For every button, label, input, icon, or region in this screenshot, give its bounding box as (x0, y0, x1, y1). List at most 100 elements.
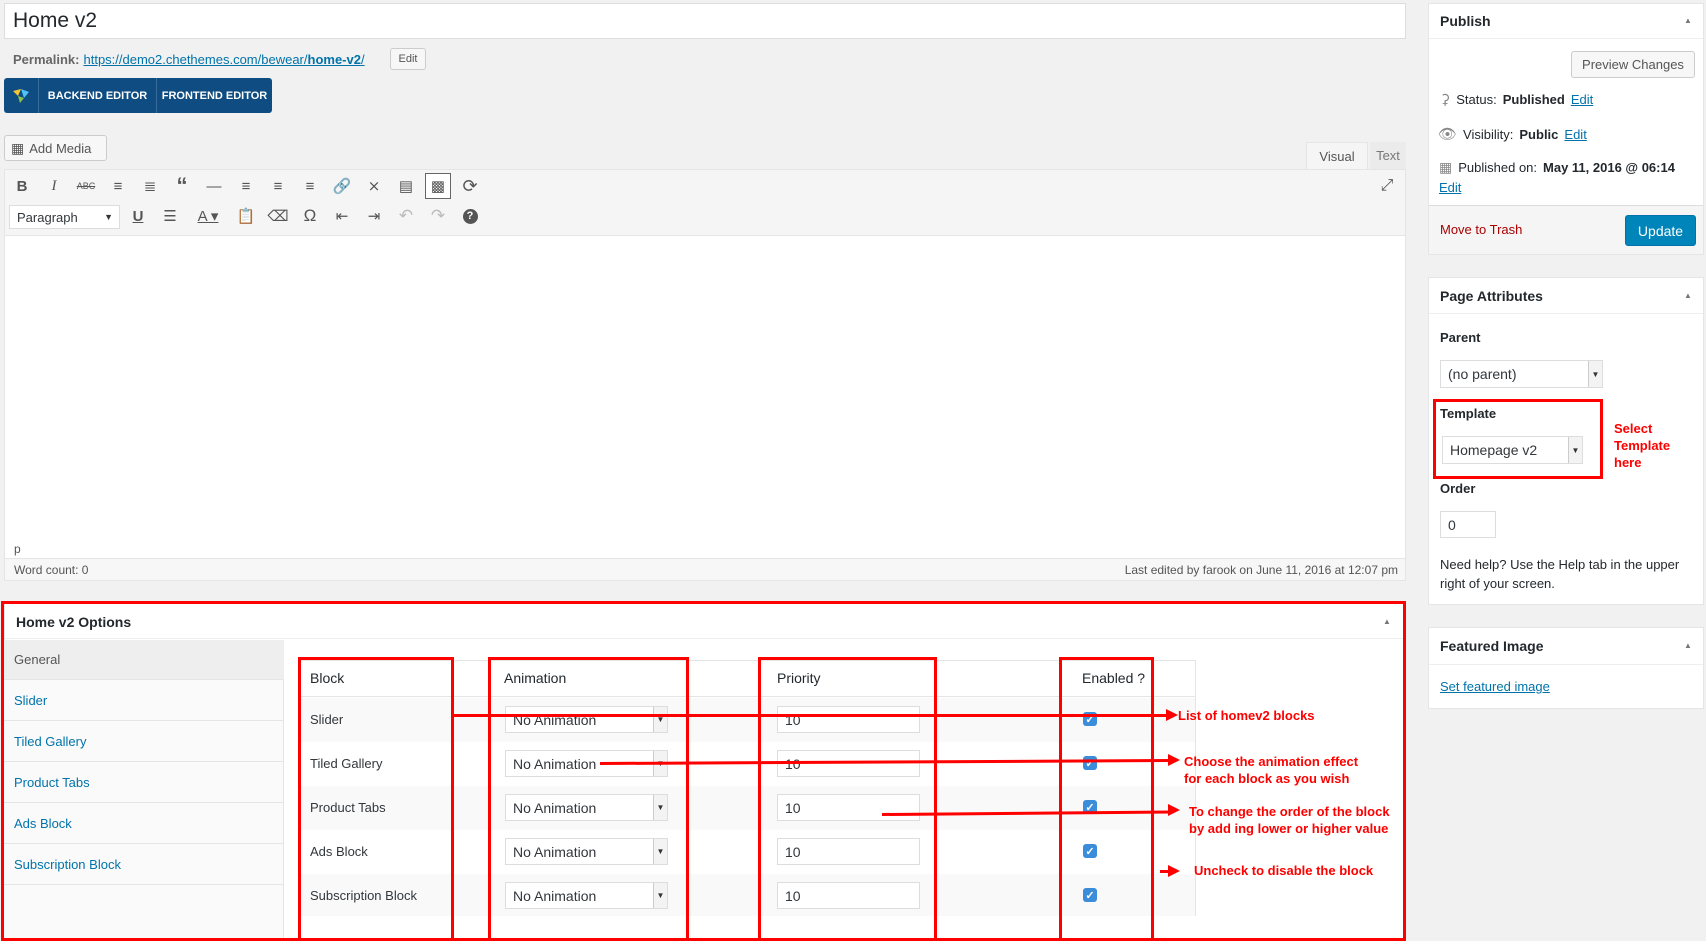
row-block-label: Slider (310, 712, 344, 727)
order-input-value: 0 (1448, 516, 1456, 533)
bullet-list-icon[interactable]: ≡ (105, 173, 131, 199)
options-tab-subscription-block[interactable]: Subscription Block (4, 845, 284, 885)
annotation-uncheck-note: Uncheck to disable the block (1194, 863, 1374, 878)
page-attributes-divider (1429, 313, 1703, 314)
tab-text[interactable]: Text (1370, 142, 1406, 169)
fullscreen-icon[interactable]: ⤢ (1374, 173, 1400, 199)
enabled-checkbox[interactable]: ✓ (1083, 844, 1097, 858)
published-edit-link[interactable]: Edit (1439, 180, 1461, 195)
move-to-trash-link[interactable]: Move to Trash (1440, 222, 1522, 237)
enabled-checkbox[interactable]: ✓ (1083, 756, 1097, 770)
backend-editor-button[interactable]: BACKEND EDITOR (39, 78, 157, 113)
refresh-icon[interactable]: ⟳ (457, 173, 483, 199)
priority-input[interactable]: 10 (777, 706, 920, 733)
editor-content[interactable] (5, 237, 1405, 537)
editor-path: p (14, 542, 21, 556)
animation-select[interactable]: No Animation▼ (505, 838, 668, 865)
bold-icon[interactable]: B (9, 173, 35, 199)
toolbar-toggle-icon[interactable]: ▩ (425, 173, 451, 199)
animation-select[interactable]: No Animation▼ (505, 882, 668, 909)
animation-select[interactable]: No Animation▼ (505, 706, 668, 733)
word-count: Word count: 0 (14, 563, 89, 577)
format-select[interactable]: Paragraph ▼ (9, 205, 120, 229)
header-priority: Priority (777, 670, 821, 686)
parent-select-value: (no parent) (1448, 366, 1517, 382)
animation-select[interactable]: No Animation▼ (505, 794, 668, 821)
table-row-stripe (300, 874, 1195, 916)
parent-select[interactable]: (no parent) ▼ (1440, 360, 1603, 388)
status-edit-link[interactable]: Edit (1571, 92, 1593, 107)
published-row: ▦ Published on: May 11, 2016 @ 06:14 (1439, 159, 1675, 176)
template-select[interactable]: Homepage v2 ▼ (1442, 436, 1583, 464)
preview-changes-button[interactable]: Preview Changes (1571, 51, 1695, 78)
options-tab-ads-block[interactable]: Ads Block (4, 804, 284, 844)
annotation-select-template: Select Template here (1614, 421, 1671, 470)
status-row: ⚳ Status: Published Edit (1440, 91, 1593, 108)
align-center-icon[interactable]: ≡ (265, 173, 291, 199)
text-color-icon[interactable]: A ▾ (189, 203, 227, 229)
row-block-label: Ads Block (310, 844, 368, 859)
order-input[interactable]: 0 (1440, 511, 1496, 538)
priority-input[interactable]: 10 (777, 794, 920, 821)
visibility-edit-link[interactable]: Edit (1564, 127, 1586, 142)
clear-formatting-icon[interactable]: ⌫ (265, 203, 291, 229)
options-tab-tiled-gallery[interactable]: Tiled Gallery (4, 722, 284, 762)
attributes-help-text: Need help? Use the Help tab in the upper… (1440, 557, 1680, 591)
annotation-list-blocks: List of homev2 blocks (1178, 708, 1315, 723)
permalink-label: Permalink: (13, 51, 80, 67)
frontend-editor-button[interactable]: FRONTEND EDITOR (157, 78, 272, 113)
collapse-arrow-icon[interactable]: ▲ (1383, 617, 1391, 626)
underline-icon[interactable]: U (125, 203, 151, 229)
chevron-down-icon: ▼ (653, 883, 667, 908)
annotation-arrowhead (1168, 865, 1180, 877)
collapse-arrow-icon[interactable]: ▲ (1684, 16, 1692, 25)
toolbar-row-2: U ☰ A ▾ 📋 ⌫ Ω ⇤ ⇥ ↶ ↷ ? (125, 203, 483, 229)
eye-icon: 👁 (1438, 126, 1458, 143)
align-left-icon[interactable]: ≡ (233, 173, 259, 199)
collapse-arrow-icon[interactable]: ▲ (1684, 291, 1692, 300)
special-character-icon[interactable]: Ω (297, 203, 323, 229)
permalink-edit-button[interactable]: Edit (390, 48, 426, 70)
composer-logo-icon (4, 78, 39, 113)
collapse-arrow-icon[interactable]: ▲ (1684, 641, 1692, 650)
paste-text-icon[interactable]: 📋 (233, 203, 259, 229)
enabled-checkbox[interactable]: ✓ (1083, 888, 1097, 902)
set-featured-image-link[interactable]: Set featured image (1440, 679, 1550, 694)
header-animation: Animation (504, 670, 567, 686)
numbered-list-icon[interactable]: ≣ (137, 173, 163, 199)
permalink-link[interactable]: https://demo2.chethemes.com/bewear/home-… (83, 52, 364, 67)
undo-icon[interactable]: ↶ (393, 203, 419, 229)
options-tab-general[interactable]: General (4, 640, 284, 680)
status-value: Published (1502, 92, 1565, 107)
title-input[interactable]: Home v2 (4, 3, 1406, 39)
annotation-arrow-line (454, 714, 1174, 717)
align-right-icon[interactable]: ≡ (297, 173, 323, 199)
link-icon[interactable]: 🔗 (329, 173, 355, 199)
composer-bar: BACKEND EDITOR FRONTEND EDITOR (4, 78, 272, 113)
publish-divider (1429, 38, 1703, 39)
unlink-icon[interactable]: ⨯ (361, 173, 387, 199)
annotation-arrowhead (1168, 804, 1180, 816)
title-text: Home v2 (13, 9, 98, 32)
options-tab-product-tabs[interactable]: Product Tabs (4, 763, 284, 803)
strikethrough-icon[interactable]: ABC (73, 173, 99, 199)
published-label: Published on: (1458, 160, 1538, 175)
blockquote-icon[interactable]: “ (169, 173, 195, 199)
outdent-icon[interactable]: ⇤ (329, 203, 355, 229)
redo-icon[interactable]: ↷ (425, 203, 451, 229)
featured-image-title: Featured Image (1440, 638, 1544, 654)
justify-icon[interactable]: ☰ (157, 203, 183, 229)
add-media-button[interactable]: ▦ Add Media (4, 135, 107, 161)
update-button[interactable]: Update (1625, 215, 1696, 246)
italic-icon[interactable]: I (41, 173, 67, 199)
priority-input[interactable]: 10 (777, 838, 920, 865)
page-attributes-title: Page Attributes (1440, 288, 1543, 304)
read-more-icon[interactable]: ▤ (393, 173, 419, 199)
help-icon[interactable]: ? (457, 203, 483, 229)
indent-icon[interactable]: ⇥ (361, 203, 387, 229)
tab-visual[interactable]: Visual (1306, 142, 1368, 169)
priority-input[interactable]: 10 (777, 882, 920, 909)
horizontal-line-icon[interactable]: — (201, 173, 227, 199)
options-tab-slider[interactable]: Slider (4, 681, 284, 721)
last-edited: Last edited by farook on June 11, 2016 a… (1124, 563, 1398, 577)
